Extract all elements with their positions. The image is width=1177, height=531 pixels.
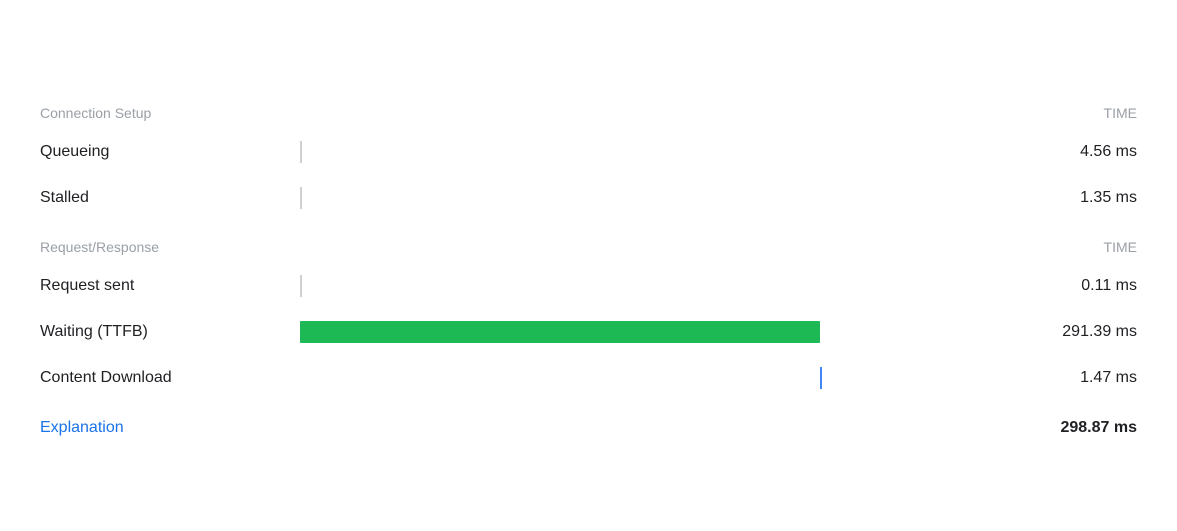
footer-row: Explanation 298.87 ms [40, 405, 1137, 437]
request-response-time-label: TIME [1104, 239, 1137, 255]
request-response-header: Request/Response TIME [40, 229, 1137, 263]
stalled-label: Stalled [40, 189, 300, 207]
waiting-ttfb-bar [300, 321, 820, 343]
waiting-ttfb-time: 291.39 ms [1007, 323, 1137, 341]
waiting-ttfb-bar-area [300, 317, 1007, 347]
connection-setup-label: Connection Setup [40, 105, 151, 121]
queueing-bar-area [300, 137, 1007, 167]
queueing-label: Queueing [40, 143, 300, 161]
request-sent-bar-area [300, 271, 1007, 301]
content-download-bar-area [300, 363, 1007, 393]
queueing-time: 4.56 ms [1007, 143, 1137, 161]
queueing-row: Queueing 4.56 ms [40, 129, 1137, 175]
request-sent-time: 0.11 ms [1007, 277, 1137, 295]
timing-panel: Connection Setup TIME Queueing 4.56 ms S… [0, 0, 1177, 531]
content-download-label: Content Download [40, 369, 300, 387]
request-sent-row: Request sent 0.11 ms [40, 263, 1137, 309]
stalled-row: Stalled 1.35 ms [40, 175, 1137, 221]
request-sent-label: Request sent [40, 277, 300, 295]
content-download-row: Content Download 1.47 ms [40, 355, 1137, 401]
content-download-time: 1.47 ms [1007, 369, 1137, 387]
total-time: 298.87 ms [1060, 419, 1137, 437]
waiting-ttfb-label: Waiting (TTFB) [40, 323, 300, 341]
connection-setup-time-label: TIME [1104, 105, 1137, 121]
request-response-label: Request/Response [40, 239, 159, 255]
stalled-time: 1.35 ms [1007, 189, 1137, 207]
queueing-divider [300, 141, 302, 163]
explanation-link[interactable]: Explanation [40, 419, 124, 437]
content-download-line [820, 367, 822, 389]
connection-setup-header: Connection Setup TIME [40, 95, 1137, 129]
request-sent-divider [300, 275, 302, 297]
waiting-ttfb-row: Waiting (TTFB) 291.39 ms [40, 309, 1137, 355]
stalled-bar-area [300, 183, 1007, 213]
stalled-divider [300, 187, 302, 209]
